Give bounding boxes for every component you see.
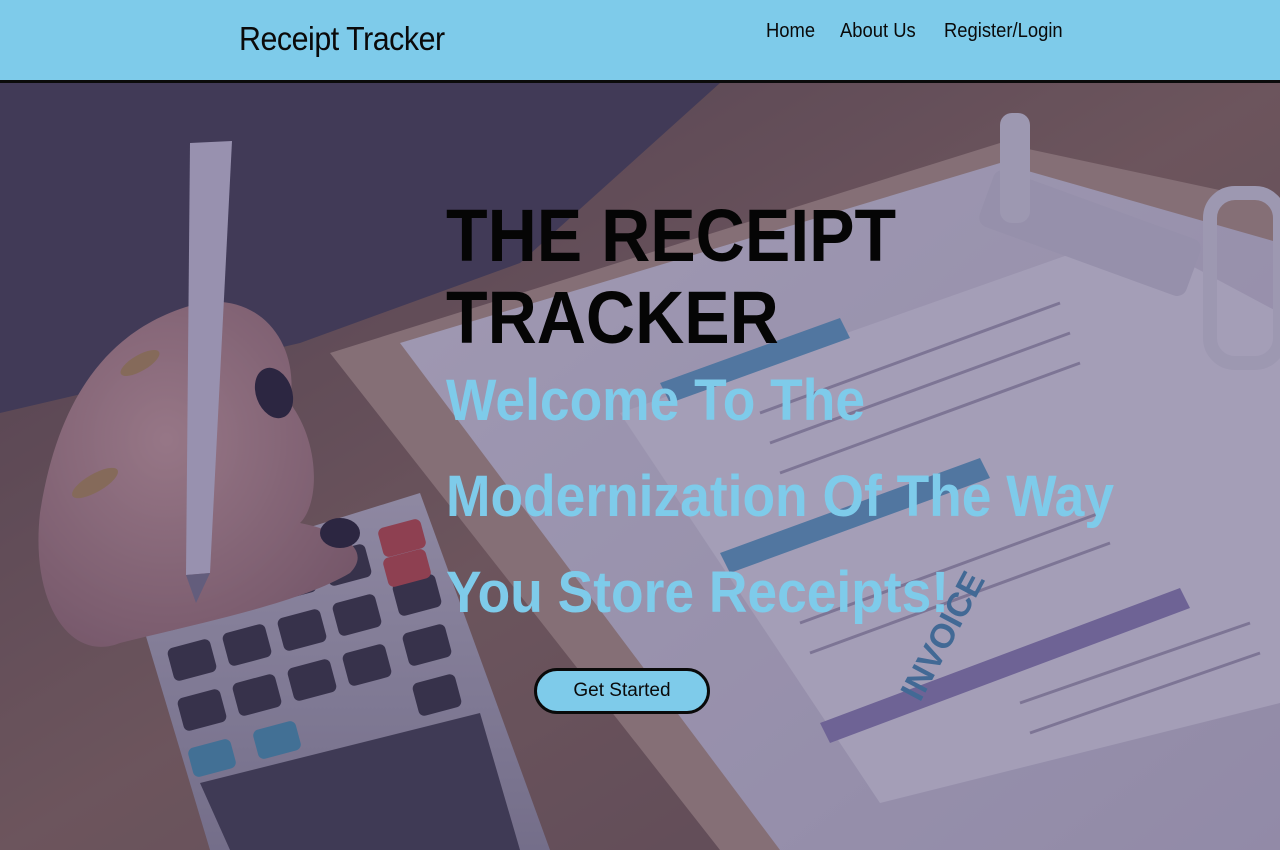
nav-link-home[interactable]: Home xyxy=(766,20,815,43)
get-started-button[interactable]: Get Started xyxy=(534,668,710,714)
nav-link-about-us[interactable]: About Us xyxy=(840,20,916,43)
hero-subtitle: Welcome To The Modernization Of The Way … xyxy=(446,368,1114,625)
brand-title[interactable]: Receipt Tracker xyxy=(239,20,445,58)
top-navbar: Receipt Tracker Home About Us Register/L… xyxy=(0,0,1280,83)
hero-title: THE RECEIPT TRACKER xyxy=(446,194,897,359)
nav-link-register-login[interactable]: Register/Login xyxy=(944,20,1063,43)
hero-section: INVOICE THE RECEIPT TRACKER Welcome To T… xyxy=(0,83,1280,850)
nav-links: Home About Us Register/Login xyxy=(766,20,1073,43)
